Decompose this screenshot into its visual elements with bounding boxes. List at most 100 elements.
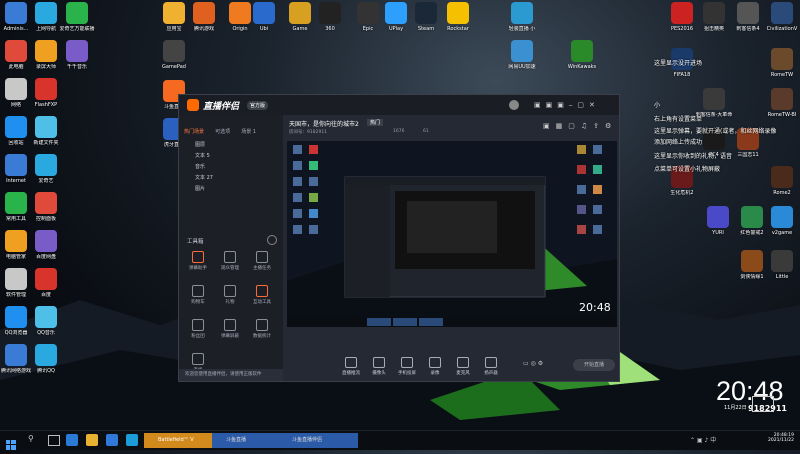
tool-label: 主播任务 — [253, 266, 271, 271]
layer-item[interactable]: 图层 — [179, 140, 283, 151]
stream-title[interactable]: 天国市，是你向往的城市2 — [289, 119, 359, 128]
toolbox-collapse-icon[interactable] — [267, 235, 277, 245]
bottom-tool-item[interactable]: 手机投屏 — [395, 357, 419, 376]
tray-clock[interactable]: 20:48:19 2021/11/22 — [768, 433, 794, 443]
desktop-icon-label: 腾讯QQ — [37, 368, 55, 374]
tab-hot[interactable]: 热门场景 — [181, 126, 207, 137]
start-live-button[interactable]: 开始直播 — [573, 359, 615, 371]
bottom-tool-item[interactable]: 扬声器 — [479, 357, 503, 376]
desktop-icon-qianqian[interactable]: 千千音乐 — [55, 40, 99, 70]
desktop-icon-v2game[interactable]: v2game — [760, 206, 800, 236]
desktop-icon-iqiyi[interactable]: 爱奇艺 — [24, 154, 68, 184]
ac-unity-icon — [703, 88, 725, 110]
bottom-tool-icon — [485, 357, 497, 368]
tool-label: 礼物 — [225, 300, 235, 305]
layer-item[interactable]: 文本 5 — [179, 151, 283, 162]
desktop-icon-control-panel[interactable]: 控制面板 — [24, 192, 68, 222]
bottom-tool-item[interactable]: 直播推流 — [339, 357, 363, 376]
desktop-icon-qq-music[interactable]: QQ音乐 — [24, 306, 68, 336]
bottom-tool-label: 麦克风 — [456, 371, 470, 376]
tool-icon — [192, 353, 204, 365]
preview-screen: 20:48 — [287, 141, 617, 327]
desktop-icon-feishu[interactable]: 百度 — [24, 268, 68, 298]
tool-item[interactable]: 弹幕助手 — [185, 251, 211, 271]
desktop-icon-wechat-helper[interactable]: 网易UU加速 — [500, 40, 544, 70]
windows-start-icon[interactable] — [6, 435, 16, 450]
tray-icons[interactable]: ⌃ ▣ ♪ 中 — [690, 435, 716, 444]
explorer-icon[interactable] — [86, 434, 98, 446]
desktop-icon-label: 三国志11 — [737, 152, 759, 158]
desktop-icon-label: 控制面板 — [35, 216, 56, 222]
room-id: 房间号：9182911 — [289, 130, 328, 135]
bottom-tool-icon — [401, 357, 413, 368]
tool-item[interactable]: 礼物 — [217, 285, 243, 305]
twitter-icon[interactable] — [126, 434, 138, 446]
bottom-tool-item[interactable]: 摄像头 — [367, 357, 391, 376]
desktop-icon-label: RomeTW-BI — [767, 112, 797, 118]
desktop-icon-rockstar[interactable]: Rockstar — [436, 2, 480, 32]
tool-icon — [224, 285, 236, 297]
desktop-icon-new-folder[interactable]: 新建文件夹 — [24, 116, 68, 146]
tool-item[interactable]: 互动工具 — [249, 285, 275, 305]
desktop-icon-label: FIFA18 — [673, 72, 691, 78]
tool-icon — [256, 319, 268, 331]
desktop-icon-label: Rome2 — [773, 190, 791, 196]
layer-item[interactable]: 音乐 — [179, 162, 283, 173]
taskbar-item-live-companion[interactable]: 斗鱼直播伴侣 — [278, 433, 358, 448]
danmaku-line: 这里显示你收到的礼物，语音 — [654, 153, 733, 160]
desktop-icon-rome-tw[interactable]: RomeTW — [760, 48, 800, 78]
stream-tag[interactable]: 热门 — [367, 119, 384, 126]
desktop-icon-rome2[interactable]: Rome2 — [760, 166, 800, 196]
desktop-icon-gamepad-helper[interactable]: GamePad — [152, 40, 196, 70]
desktop-icon-nightmare[interactable]: Little — [760, 250, 800, 280]
danmaku-line: 点菜单可设置小礼物屏蔽 — [654, 166, 721, 173]
bottom-tool-item[interactable]: 麦克风 — [451, 357, 475, 376]
tool-item[interactable]: 主播任务 — [249, 251, 275, 271]
task-view-icon[interactable] — [48, 435, 60, 446]
tool-item[interactable]: 数据统计 — [249, 319, 275, 339]
bottom-tool-item[interactable]: 录像 — [423, 357, 447, 376]
tab-scene[interactable]: 场景 1 — [238, 126, 259, 137]
avatar[interactable] — [509, 100, 519, 110]
desktop-clock-date: 11月22日 — [724, 405, 747, 411]
desktop-icon-game-live[interactable]: 轻装直播 小 — [500, 2, 544, 32]
layer-item[interactable]: 图片 — [179, 184, 283, 195]
rome2-icon — [771, 166, 793, 188]
tab-optional[interactable]: 可选项 — [212, 126, 233, 137]
camera-settings-icons[interactable]: ▭ ◎ ⚙ — [523, 360, 543, 367]
desktop-icon-label: 爱奇艺 — [38, 178, 54, 184]
desktop-icon-label: 百度 — [40, 292, 51, 298]
tool-item[interactable]: 弹幕屏蔽 — [217, 319, 243, 339]
tool-item[interactable]: 购物车 — [185, 285, 211, 305]
content-toolbar-icons[interactable]: ▣▦▢♫⇪⚙ — [543, 122, 617, 130]
edge-icon[interactable] — [66, 434, 78, 446]
app-icon[interactable] — [106, 434, 118, 446]
ie-network-icon — [35, 2, 57, 24]
feishu-icon — [35, 268, 57, 290]
desktop-icon-flashfxp[interactable]: FlashFXP — [24, 78, 68, 108]
tray-date: 2021/11/22 — [768, 438, 794, 443]
desktop-icon-rome-tw2[interactable]: RomeTW-BI — [760, 88, 800, 118]
desktop-icon-winkawaks[interactable]: WinKawaks — [560, 40, 604, 70]
window-controls[interactable]: ▣▣▣⎯▢✕ — [534, 101, 600, 110]
tool-item[interactable]: 观众管理 — [217, 251, 243, 271]
bottom-tool-label: 扬声器 — [484, 371, 498, 376]
taskbar-item-battlefield[interactable]: Battlefield™ V — [144, 433, 222, 448]
live-companion-window[interactable]: 直播伴侣 官方版 ▣▣▣⎯▢✕ 热门场景 可选项 场景 1 图层 文本 5 音乐… — [178, 94, 620, 382]
layer-item[interactable]: 文本 27 — [179, 173, 283, 184]
desktop-icon-civ5[interactable]: CivilizationV — [760, 2, 800, 32]
desktop-icon-love-music[interactable]: 爱奇艺万能联播 — [55, 2, 99, 32]
stream-preview[interactable]: 20:48 — [287, 141, 617, 327]
notice-bar: 欢迎您使用直播伴侣，请使用正版软件 — [179, 369, 289, 381]
danmaku-line: 这里显示弹幕，要就开通(或者，和丝网络录像 — [654, 128, 777, 135]
search-icon[interactable]: ⚲ — [28, 434, 34, 443]
taskbar-item-douyu[interactable]: 斗鱼直播 — [212, 433, 288, 448]
desktop-icon-baidu-netdisk[interactable]: 百度网盘 — [24, 230, 68, 260]
desktop-icon-tencent-qq[interactable]: 腾讯QQ — [24, 344, 68, 374]
tool-item[interactable]: 粉丝团 — [185, 319, 211, 339]
desktop-icon-label: 新建文件夹 — [33, 140, 59, 146]
desktop-icon-label: GamePad — [162, 64, 186, 70]
bottom-tool-label: 手机投屏 — [398, 371, 416, 376]
qq-music-icon — [35, 306, 57, 328]
desktop-icon-label: 千千音乐 — [66, 64, 87, 70]
